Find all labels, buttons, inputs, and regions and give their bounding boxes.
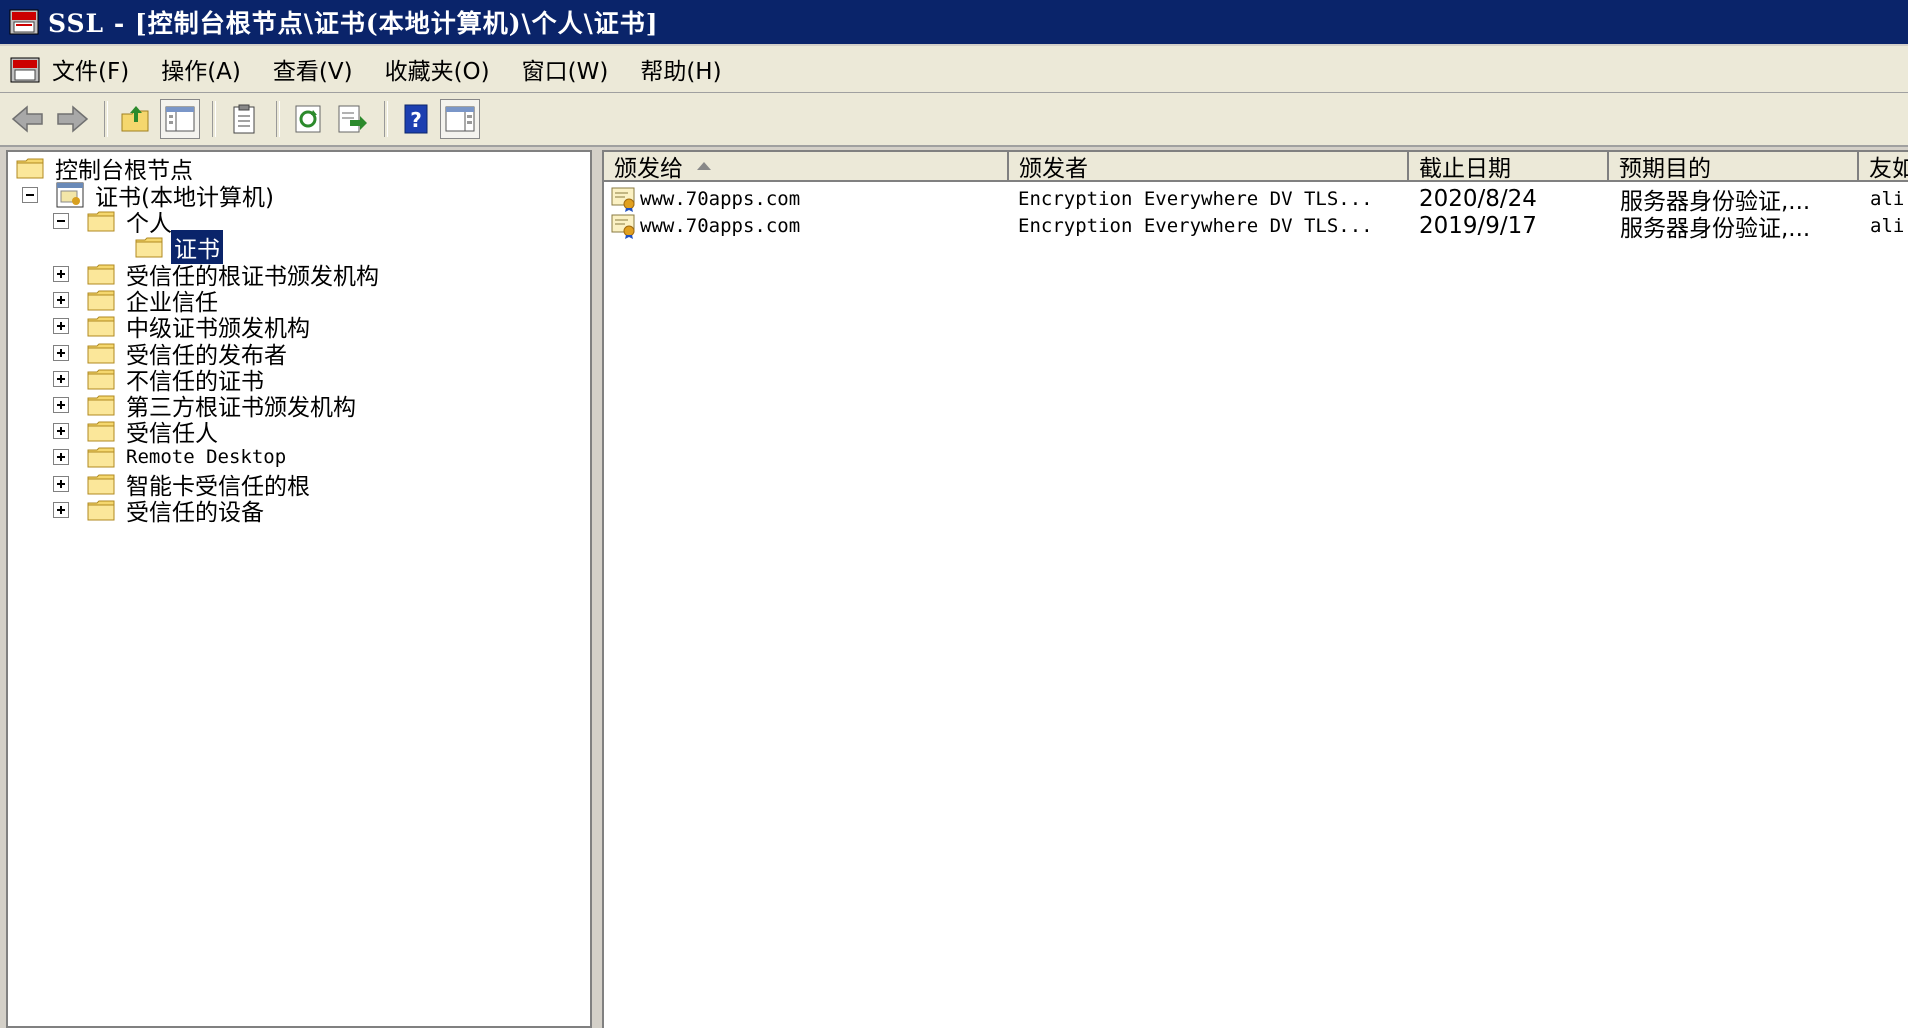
tree-node-label[interactable]: 受信任的设备 [123, 493, 267, 527]
expand-toggle[interactable] [53, 292, 69, 308]
folder-icon [87, 264, 115, 285]
folder-icon [87, 211, 115, 232]
cell-issued-by: Encryption Everywhere DV TLS... [1018, 188, 1373, 210]
cell-issued-to: www.70apps.com [610, 211, 1005, 241]
cell-intended-purposes: 服务器身份验证,... [1620, 189, 1811, 214]
column-header-friendly-name[interactable]: 友如 [1859, 152, 1908, 182]
toolbar-separator [212, 101, 216, 137]
expand-toggle[interactable] [53, 449, 69, 465]
toolbar: ? [0, 93, 1908, 147]
menu-action[interactable]: 操作(A) [161, 52, 241, 86]
expand-toggle[interactable] [53, 371, 69, 387]
collapse-toggle[interactable] [22, 187, 38, 203]
cell-friendly-name: ali [1870, 188, 1905, 210]
window-title: SSL - [控制台根节点\证书(本地计算机)\个人\证书] [48, 9, 659, 38]
toolbar-separator [104, 101, 108, 137]
menu-view[interactable]: 查看(V) [273, 52, 353, 86]
toolbar-separator [384, 101, 388, 137]
issued-to-value: www.70apps.com [640, 188, 801, 210]
refresh-icon [295, 105, 321, 133]
column-header-issued-by[interactable]: 颁发者 [1009, 152, 1409, 182]
show-hide-tree-icon [165, 106, 195, 132]
properties-icon [233, 104, 255, 134]
action-pane-button[interactable] [440, 99, 480, 139]
column-header-label: 友如 [1869, 156, 1908, 182]
menu-help[interactable]: 帮助(H) [640, 52, 721, 86]
console-tree-pane[interactable]: 控制台根节点 证书(本地计算机) 个人 证书 受信任的根证书颁发机构 企业信任 … [6, 150, 592, 1028]
back-icon [11, 105, 43, 133]
expand-toggle[interactable] [53, 502, 69, 518]
table-row[interactable]: www.70apps.com Encryption Everywhere DV … [604, 184, 1908, 214]
up-folder-icon [121, 106, 149, 132]
menu-window[interactable]: 窗口(W) [522, 52, 609, 86]
export-list-button[interactable] [332, 99, 372, 139]
cell-expiration-date: 2020/8/24 [1419, 186, 1537, 212]
folder-icon [87, 343, 115, 364]
tree-node-store[interactable]: 受信任的设备 [53, 493, 267, 527]
folder-icon [16, 158, 44, 179]
folder-icon [87, 290, 115, 311]
menu-favorites[interactable]: 收藏夹(O) [385, 52, 490, 86]
tree-node-label[interactable]: Remote Desktop [123, 446, 289, 468]
column-header-intended-purposes[interactable]: 预期目的 [1609, 152, 1859, 182]
folder-icon [87, 395, 115, 416]
folder-icon [87, 500, 115, 521]
issued-to-value: www.70apps.com [640, 215, 801, 237]
up-level-button[interactable] [116, 99, 156, 139]
certificate-icon [611, 214, 635, 239]
column-header-label: 截止日期 [1419, 156, 1511, 182]
refresh-button[interactable] [288, 99, 328, 139]
toolbar-separator [276, 101, 280, 137]
certificate-list-pane[interactable]: 颁发给 颁发者 截止日期 预期目的 友如 www.70apps.com Encr… [602, 150, 1908, 1028]
expand-toggle[interactable] [53, 423, 69, 439]
expand-toggle[interactable] [53, 397, 69, 413]
cell-expiration-date: 2019/9/17 [1419, 213, 1537, 239]
menu-bar: 文件(F) 操作(A) 查看(V) 收藏夹(O) 窗口(W) 帮助(H) [0, 46, 1908, 93]
action-pane-icon [445, 106, 475, 132]
expand-toggle[interactable] [53, 266, 69, 282]
mmc-app-icon[interactable] [8, 6, 40, 38]
expand-toggle[interactable] [53, 476, 69, 492]
certificate-icon [611, 187, 635, 212]
cell-issued-by: Encryption Everywhere DV TLS... [1018, 215, 1373, 237]
folder-icon [87, 369, 115, 390]
cell-issued-to: www.70apps.com [610, 184, 1005, 214]
column-header-label: 颁发给 [614, 156, 683, 182]
console-document-icon[interactable] [8, 52, 42, 86]
back-button[interactable] [8, 99, 48, 139]
folder-open-icon [135, 237, 163, 258]
title-bar[interactable]: SSL - [控制台根节点\证书(本地计算机)\个人\证书] [0, 0, 1908, 44]
cell-friendly-name: ali [1870, 215, 1905, 237]
column-header-expiration-date[interactable]: 截止日期 [1409, 152, 1609, 182]
help-button[interactable]: ? [396, 99, 436, 139]
show-hide-tree-button[interactable] [160, 99, 200, 139]
cell-intended-purposes: 服务器身份验证,... [1620, 216, 1811, 241]
forward-icon [57, 105, 89, 133]
pane-splitter[interactable] [592, 150, 602, 1028]
folder-icon [87, 316, 115, 337]
sort-ascending-icon [697, 162, 711, 170]
properties-button[interactable] [224, 99, 264, 139]
table-row[interactable]: www.70apps.com Encryption Everywhere DV … [604, 211, 1908, 241]
folder-icon [87, 474, 115, 495]
svg-text:?: ? [410, 108, 422, 132]
help-icon: ? [404, 104, 428, 134]
folder-icon [87, 421, 115, 442]
expand-toggle[interactable] [53, 318, 69, 334]
export-list-icon [338, 105, 367, 133]
certificates-snapin-icon [56, 182, 84, 208]
folder-icon [87, 447, 115, 468]
column-header-label: 预期目的 [1619, 156, 1711, 182]
menu-file[interactable]: 文件(F) [52, 52, 129, 86]
expand-toggle[interactable] [53, 345, 69, 361]
collapse-toggle[interactable] [53, 213, 69, 229]
column-header-label: 颁发者 [1019, 156, 1088, 182]
column-header-issued-to[interactable]: 颁发给 [604, 152, 1009, 182]
forward-button[interactable] [52, 99, 92, 139]
